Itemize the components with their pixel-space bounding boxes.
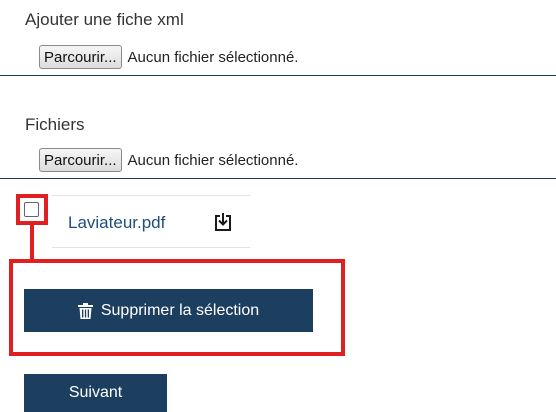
xml-file-status: Aucun fichier sélectionné. (127, 48, 299, 66)
file-link[interactable]: Laviateur.pdf (68, 213, 165, 233)
xml-file-input[interactable]: Parcourir... Aucun fichier sélectionné. (39, 44, 298, 70)
trash-icon (77, 302, 93, 319)
files-section-label: Fichiers (25, 115, 85, 134)
xml-section-label: Ajouter une fiche xml (25, 10, 184, 29)
xml-field-underline (0, 75, 556, 76)
files-field-underline (0, 178, 556, 179)
download-icon[interactable] (213, 212, 233, 232)
next-button[interactable]: Suivant (24, 374, 167, 412)
checkbox-highlight-box (16, 194, 48, 225)
delete-selection-button[interactable]: Supprimer la sélection (24, 289, 313, 332)
xml-browse-button[interactable]: Parcourir... (39, 45, 122, 69)
highlight-connector-line (30, 225, 34, 263)
files-file-status: Aucun fichier sélectionné. (127, 151, 299, 169)
delete-selection-label: Supprimer la sélection (100, 301, 260, 319)
files-file-input[interactable]: Parcourir... Aucun fichier sélectionné. (39, 147, 298, 173)
files-browse-button[interactable]: Parcourir... (39, 148, 122, 172)
